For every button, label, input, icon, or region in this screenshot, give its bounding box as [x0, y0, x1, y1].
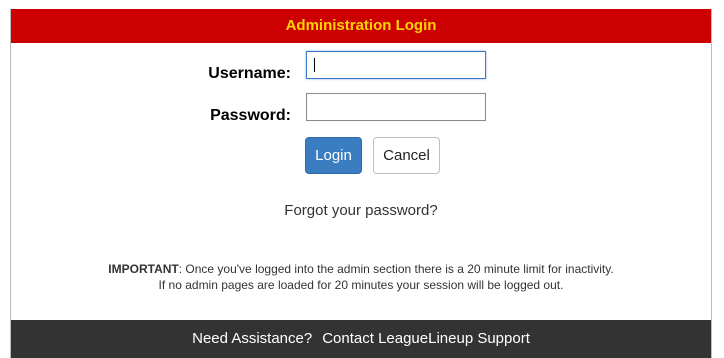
support-footer: Need Assistance? Contact LeagueLineup Sup… [11, 320, 711, 358]
notice-line-2: If no admin pages are loaded for 20 minu… [158, 278, 564, 292]
login-button[interactable]: Login [305, 137, 362, 174]
contact-support-link[interactable]: Contact LeagueLineup Support [322, 330, 530, 347]
important-label: IMPORTANT [108, 262, 179, 276]
forgot-password-link[interactable]: Forgot your password? [11, 202, 711, 219]
inactivity-notice: IMPORTANT: Once you've logged into the a… [11, 261, 711, 293]
cancel-button[interactable]: Cancel [373, 137, 440, 174]
need-assistance-text: Need Assistance? [192, 330, 313, 347]
admin-login-dialog: Administration Login Username: Password:… [10, 9, 712, 358]
username-label: Username: [208, 65, 291, 82]
notice-line-1: IMPORTANT: Once you've logged into the a… [11, 261, 711, 277]
dialog-title: Administration Login [11, 9, 711, 43]
password-input[interactable] [306, 93, 486, 121]
notice-line-1-text: : Once you've logged into the admin sect… [178, 262, 614, 276]
password-label: Password: [210, 107, 291, 124]
username-input[interactable] [306, 51, 486, 79]
text-caret [314, 58, 315, 72]
